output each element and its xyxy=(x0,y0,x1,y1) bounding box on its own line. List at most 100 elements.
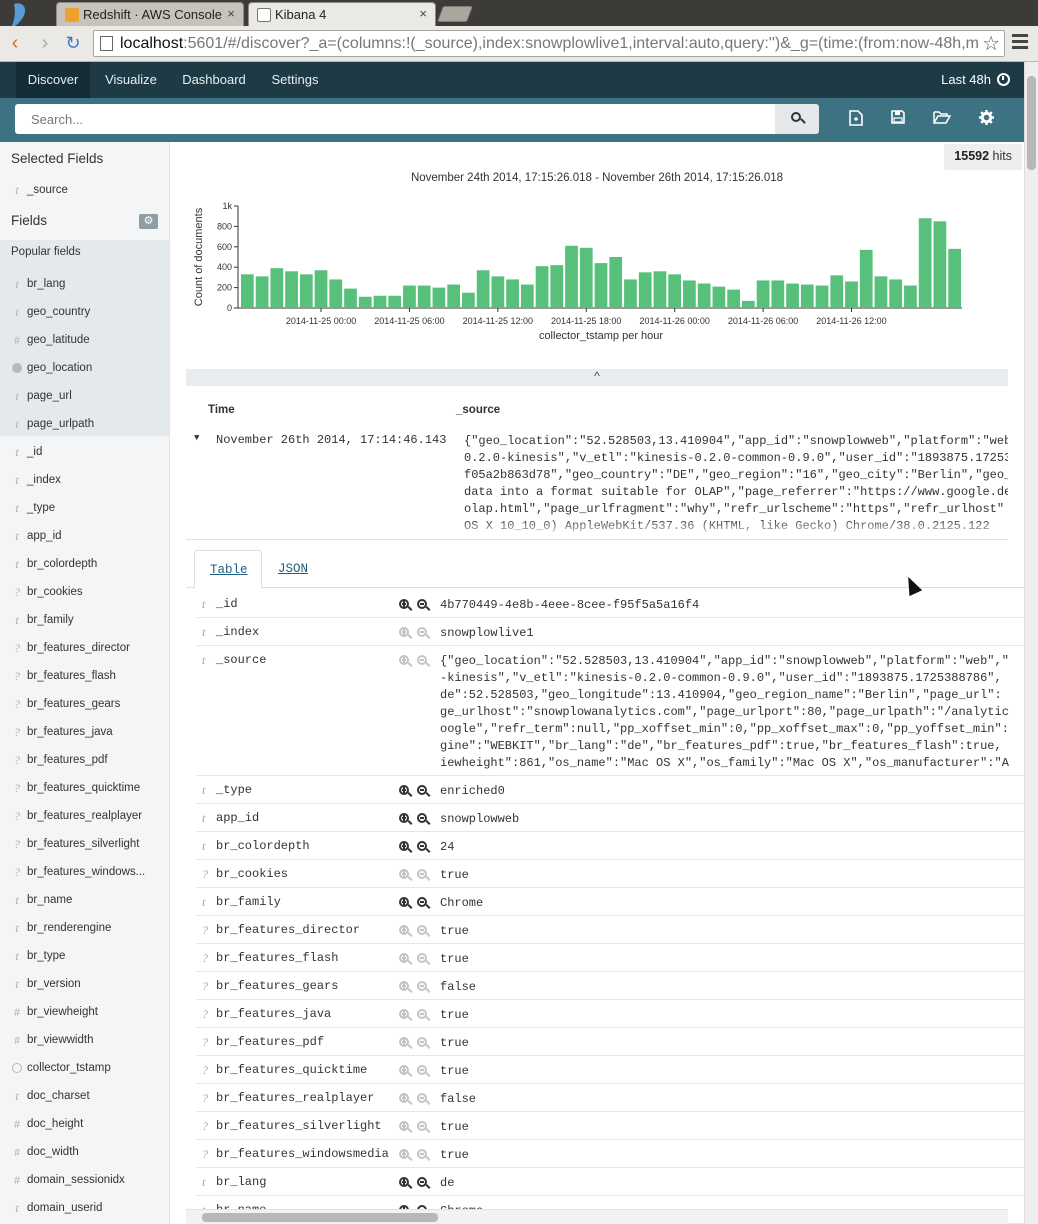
close-icon[interactable]: × xyxy=(227,6,235,21)
sidebar-field-br-features-silverlight[interactable]: ? br_features_silverlight xyxy=(0,830,169,858)
sidebar-field-br-lang[interactable]: t br_lang xyxy=(0,270,169,298)
sidebar-field-br-features-pdf[interactable]: ? br_features_pdf xyxy=(0,746,169,774)
filter-out-value-icon[interactable] xyxy=(417,897,427,907)
histogram-bar[interactable] xyxy=(565,245,578,308)
histogram-bar[interactable] xyxy=(373,295,387,308)
histogram-bar[interactable] xyxy=(329,279,343,308)
sidebar-field-geo-country[interactable]: t geo_country xyxy=(0,298,169,326)
sidebar-field-collector-tstamp[interactable]: collector_tstamp xyxy=(0,1054,169,1082)
time-column-header[interactable]: Time xyxy=(208,404,235,416)
back-icon[interactable]: ‹ xyxy=(4,32,26,54)
source-column-header[interactable]: _source xyxy=(456,404,500,416)
scroll-thumb[interactable] xyxy=(202,1213,438,1222)
fields-settings-gear-icon[interactable]: ⚙ xyxy=(139,214,158,229)
tab-json[interactable]: JSON xyxy=(278,550,308,589)
sidebar-field-page-urlpath[interactable]: t page_urlpath xyxy=(0,410,169,438)
histogram-bar[interactable] xyxy=(712,286,726,308)
nav-discover[interactable]: Discover xyxy=(16,62,90,98)
histogram-bar[interactable] xyxy=(756,280,770,308)
browser-menu-icon[interactable] xyxy=(1012,34,1028,52)
doc-table-row[interactable]: ▼ November 26th 2014, 17:14:46.143 {"geo… xyxy=(186,428,1008,540)
histogram-bar[interactable] xyxy=(344,288,357,308)
histogram-bar[interactable] xyxy=(948,248,961,308)
filter-for-value-icon[interactable] xyxy=(399,599,409,609)
sidebar-field-geo-latitude[interactable]: # geo_latitude xyxy=(0,326,169,354)
sidebar-field-br-viewwidth[interactable]: # br_viewwidth xyxy=(0,1026,169,1054)
histogram-bar[interactable] xyxy=(520,284,534,308)
histogram-bar[interactable] xyxy=(299,274,313,308)
histogram-bar[interactable] xyxy=(447,284,461,308)
histogram-bar[interactable] xyxy=(918,218,932,308)
histogram-bar[interactable] xyxy=(638,272,652,308)
filter-for-value-icon[interactable] xyxy=(399,897,409,907)
sidebar-field-domain-sessionidx[interactable]: # domain_sessionidx xyxy=(0,1166,169,1194)
histogram-bar[interactable] xyxy=(889,279,903,308)
histogram-bar[interactable] xyxy=(874,276,888,308)
sidebar-field-br-features-quicktime[interactable]: ? br_features_quicktime xyxy=(0,774,169,802)
filter-for-value-icon[interactable] xyxy=(399,841,409,851)
forward-icon[interactable]: › xyxy=(34,32,56,54)
sidebar-field-br-features-flash[interactable]: ? br_features_flash xyxy=(0,662,169,690)
filter-out-value-icon[interactable] xyxy=(417,1177,427,1187)
open-folder-icon[interactable] xyxy=(933,110,952,128)
sidebar-field-br-features-gears[interactable]: ? br_features_gears xyxy=(0,690,169,718)
search-input[interactable] xyxy=(15,104,775,134)
tab-kibana[interactable]: Kibana 4 × xyxy=(248,2,436,26)
gear-icon[interactable] xyxy=(978,110,994,128)
nav-dashboard[interactable]: Dashboard xyxy=(176,62,252,98)
sidebar-field-br-features-windows[interactable]: ? br_features_windows... xyxy=(0,858,169,886)
histogram-bar[interactable] xyxy=(241,274,254,308)
sidebar-field-page-url[interactable]: t page_url xyxy=(0,382,169,410)
sidebar-field-br-renderengine[interactable]: t br_renderengine xyxy=(0,914,169,942)
filter-out-value-icon[interactable] xyxy=(417,785,427,795)
histogram-bar[interactable] xyxy=(609,257,623,308)
bookmark-star-icon[interactable]: ☆ xyxy=(978,31,1000,56)
address-bar[interactable]: localhost:5601/#/discover?_a=(columns:!(… xyxy=(93,30,1005,57)
filter-out-value-icon[interactable] xyxy=(417,813,427,823)
sidebar-field-br-colordepth[interactable]: t br_colordepth xyxy=(0,550,169,578)
histogram-bar[interactable] xyxy=(830,275,844,308)
search-button[interactable] xyxy=(775,104,819,134)
histogram-bar[interactable] xyxy=(668,274,682,308)
histogram-bar[interactable] xyxy=(270,268,284,308)
histogram-bar[interactable] xyxy=(579,247,593,308)
sidebar-field-app-id[interactable]: t app_id xyxy=(0,522,169,550)
histogram-bar[interactable] xyxy=(535,266,549,308)
scroll-thumb[interactable] xyxy=(1027,76,1036,170)
sidebar-field-br-family[interactable]: t br_family xyxy=(0,606,169,634)
sidebar-field-doc-charset[interactable]: t doc_charset xyxy=(0,1082,169,1110)
histogram-bar[interactable] xyxy=(653,271,667,308)
sidebar-field-geo-location[interactable]: geo_location xyxy=(0,354,169,382)
nav-visualize[interactable]: Visualize xyxy=(96,62,166,98)
histogram-bar[interactable] xyxy=(697,283,711,308)
sidebar-field-br-name[interactable]: t br_name xyxy=(0,886,169,914)
sidebar-field-br-cookies[interactable]: ? br_cookies xyxy=(0,578,169,606)
histogram-bar[interactable] xyxy=(786,283,799,308)
histogram-bar[interactable] xyxy=(741,300,755,308)
reload-icon[interactable]: ↻ xyxy=(62,32,84,54)
histogram-bar[interactable] xyxy=(491,276,505,308)
histogram-bar[interactable] xyxy=(624,279,637,308)
filter-for-value-icon[interactable] xyxy=(399,785,409,795)
sidebar-field-id[interactable]: t _id xyxy=(0,438,169,466)
sidebar-field-br-features-java[interactable]: ? br_features_java xyxy=(0,718,169,746)
selected-field-source[interactable]: t _source xyxy=(0,176,169,204)
new-search-icon[interactable] xyxy=(848,110,864,128)
filter-for-value-icon[interactable] xyxy=(399,1177,409,1187)
histogram-bar[interactable] xyxy=(388,295,402,308)
filter-out-value-icon[interactable] xyxy=(417,841,427,851)
histogram-bar[interactable] xyxy=(285,271,298,308)
tab-redshift[interactable]: Redshift · AWS Console × xyxy=(56,2,244,26)
sidebar-field-index[interactable]: t _index xyxy=(0,466,169,494)
histogram-bar[interactable] xyxy=(432,287,446,308)
sidebar-field-br-viewheight[interactable]: # br_viewheight xyxy=(0,998,169,1026)
nav-settings[interactable]: Settings xyxy=(264,62,326,98)
histogram-bar[interactable] xyxy=(255,276,269,308)
horizontal-scrollbar[interactable] xyxy=(186,1209,1008,1224)
histogram-bar[interactable] xyxy=(417,285,431,308)
histogram-bar[interactable] xyxy=(506,279,519,308)
histogram-bar[interactable] xyxy=(403,285,416,308)
histogram-bar[interactable] xyxy=(462,292,475,308)
histogram-bar[interactable] xyxy=(594,263,608,308)
histogram-bar[interactable] xyxy=(815,285,829,308)
